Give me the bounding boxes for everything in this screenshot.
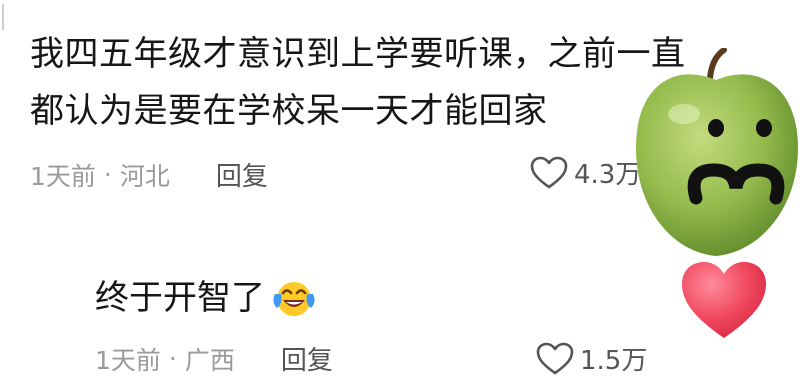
reply-meta: 1天前 · 广西 回复 [95, 340, 333, 377]
reply-like-button[interactable]: 1.5万 [536, 340, 647, 377]
heart-icon [682, 262, 766, 338]
comment-meta: 1天前 · 河北 回复 [30, 156, 268, 193]
like-button[interactable]: 4.3万 [530, 154, 641, 191]
meta-separator: · [168, 344, 177, 373]
reply-body: 终于开智了 [95, 276, 317, 320]
heart-outline-icon [530, 156, 568, 188]
reply-reply-button[interactable]: 回复 [281, 340, 333, 377]
meta-separator: · [103, 160, 112, 189]
comment-location: 河北 [119, 161, 170, 191]
reply-button[interactable]: 回复 [216, 156, 268, 193]
reply-like-count: 1.5万 [580, 346, 648, 376]
reply-location: 广西 [184, 345, 235, 375]
reply-content: 终于开智了 [95, 278, 265, 318]
laughing-crying-emoji-icon [273, 282, 315, 316]
heart-outline-icon [536, 342, 574, 374]
scroll-indicator [2, 4, 4, 30]
comment-time: 1天前 [30, 161, 96, 191]
apple-face-sticker [636, 48, 798, 256]
reply-time: 1天前 [95, 345, 161, 375]
